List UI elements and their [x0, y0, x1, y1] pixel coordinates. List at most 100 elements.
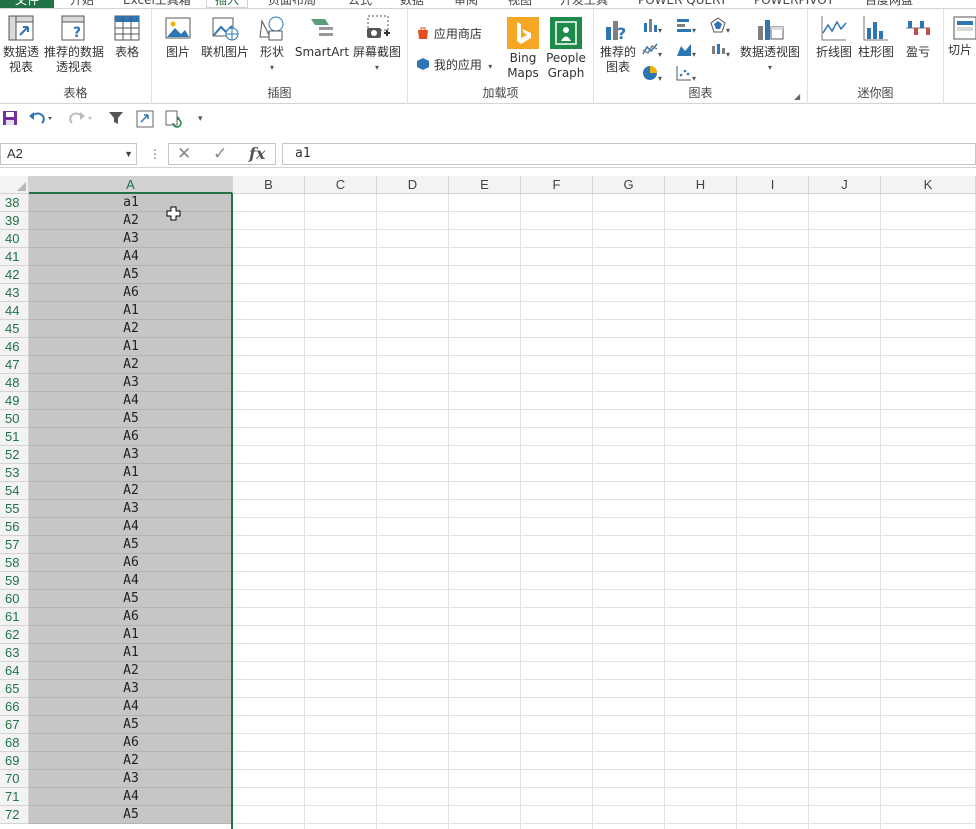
row-header[interactable]: 48: [0, 374, 29, 392]
people-graph-button[interactable]: People Graph: [544, 17, 588, 81]
row-header[interactable]: 47: [0, 356, 29, 374]
cell-a[interactable]: A1: [29, 302, 233, 320]
row-header[interactable]: 51: [0, 428, 29, 446]
bar-chart-button[interactable]: ▾: [676, 17, 696, 39]
pivot-refresh-button[interactable]: [136, 110, 154, 128]
table-button[interactable]: 表格: [108, 13, 146, 60]
row-header[interactable]: 43: [0, 284, 29, 302]
tab-data[interactable]: 数据: [400, 0, 424, 8]
row-header[interactable]: 40: [0, 230, 29, 248]
column-header-e[interactable]: E: [449, 176, 521, 194]
sparkline-line-button[interactable]: 折线图: [814, 13, 854, 60]
column-header-f[interactable]: F: [521, 176, 593, 194]
row-header[interactable]: 58: [0, 554, 29, 572]
pivot-chart-button[interactable]: 数据透视图 ▾: [738, 13, 802, 75]
sparkline-column-button[interactable]: 柱形图: [856, 13, 896, 60]
cell-a[interactable]: A1: [29, 464, 233, 482]
cell-a[interactable]: A1: [29, 338, 233, 356]
row-header[interactable]: 45: [0, 320, 29, 338]
row-header[interactable]: 53: [0, 464, 29, 482]
cell-a[interactable]: A4: [29, 248, 233, 266]
smartart-button[interactable]: SmartArt: [294, 13, 350, 60]
tab-formulas[interactable]: 公式: [348, 0, 372, 8]
row-header[interactable]: 61: [0, 608, 29, 626]
row-header[interactable]: 66: [0, 698, 29, 716]
column-header-j[interactable]: J: [809, 176, 881, 194]
cell-a[interactable]: A6: [29, 428, 233, 446]
row-header[interactable]: 52: [0, 446, 29, 464]
tab-power-query[interactable]: POWER QUERY: [638, 0, 727, 8]
row-header[interactable]: 59: [0, 572, 29, 590]
cell-a[interactable]: A5: [29, 410, 233, 428]
cell-a[interactable]: A2: [29, 482, 233, 500]
tab-home[interactable]: 开始: [70, 0, 94, 8]
cell-a[interactable]: A6: [29, 284, 233, 302]
column-header-i[interactable]: I: [737, 176, 809, 194]
cell-a[interactable]: A3: [29, 770, 233, 788]
tab-view[interactable]: 视图: [508, 0, 532, 8]
column-header-k[interactable]: K: [881, 176, 976, 194]
cell-a[interactable]: a1: [29, 194, 233, 212]
select-all-button[interactable]: [0, 176, 29, 194]
cell-a[interactable]: A1: [29, 626, 233, 644]
row-header[interactable]: 62: [0, 626, 29, 644]
row-header[interactable]: 65: [0, 680, 29, 698]
row-header[interactable]: 57: [0, 536, 29, 554]
line-chart-button[interactable]: ▾: [642, 41, 662, 63]
tab-file[interactable]: 文件: [0, 0, 54, 8]
pivot-table-button[interactable]: 数据透视表: [0, 13, 42, 75]
column-header-a[interactable]: A: [29, 176, 233, 194]
column-chart-button[interactable]: ▾: [642, 17, 662, 39]
sparkline-winloss-button[interactable]: 盈亏: [900, 13, 936, 60]
customize-qat-icon[interactable]: ▾: [198, 110, 203, 128]
row-header[interactable]: 55: [0, 500, 29, 518]
confirm-entry-icon[interactable]: ✓: [213, 144, 227, 164]
cell-a[interactable]: A3: [29, 446, 233, 464]
cell-a[interactable]: A5: [29, 536, 233, 554]
name-box-dropdown-icon[interactable]: ▼: [124, 144, 133, 164]
cell-a[interactable]: A5: [29, 266, 233, 284]
recommended-pivot-button[interactable]: ? 推荐的数据透视表: [42, 13, 106, 75]
cell-a[interactable]: A3: [29, 374, 233, 392]
area-chart-button[interactable]: ▾: [676, 41, 696, 63]
row-header[interactable]: 39: [0, 212, 29, 230]
cell-a[interactable]: A2: [29, 212, 233, 230]
row-header[interactable]: 42: [0, 266, 29, 284]
column-header-b[interactable]: B: [233, 176, 305, 194]
cell-a[interactable]: A2: [29, 356, 233, 374]
cell-a[interactable]: A3: [29, 680, 233, 698]
name-box[interactable]: A2 ▼: [0, 143, 137, 165]
recommended-charts-button[interactable]: ? 推荐的图表: [598, 13, 638, 75]
tab-developer[interactable]: 开发工具: [560, 0, 608, 8]
row-header[interactable]: 41: [0, 248, 29, 266]
cell-a[interactable]: A2: [29, 752, 233, 770]
picture-button[interactable]: 图片: [160, 13, 196, 60]
slicer-button[interactable]: 切片: [948, 13, 976, 58]
column-header-g[interactable]: G: [593, 176, 665, 194]
refresh-all-button[interactable]: [164, 110, 184, 128]
cell-a[interactable]: A3: [29, 230, 233, 248]
cell-a[interactable]: A4: [29, 572, 233, 590]
tab-page-layout[interactable]: 页面布局: [268, 0, 316, 8]
formula-input[interactable]: a1: [282, 143, 976, 165]
column-header-d[interactable]: D: [377, 176, 449, 194]
bing-maps-button[interactable]: Bing Maps: [505, 17, 541, 81]
online-picture-button[interactable]: 联机图片: [198, 13, 252, 60]
filter-button[interactable]: [108, 110, 124, 128]
row-header[interactable]: 70: [0, 770, 29, 788]
tab-baidu-netdisk[interactable]: 百度网盘: [865, 0, 913, 8]
redo-button[interactable]: [68, 110, 94, 128]
undo-button[interactable]: [28, 110, 54, 128]
formula-bar-splitter-icon[interactable]: ⋮: [149, 147, 161, 161]
radar-chart-button[interactable]: ▾: [710, 17, 730, 39]
cell-a[interactable]: A4: [29, 698, 233, 716]
cell-a[interactable]: A4: [29, 392, 233, 410]
row-header[interactable]: 49: [0, 392, 29, 410]
my-apps-button[interactable]: 我的应用 ▾: [416, 57, 492, 75]
cell-a[interactable]: A5: [29, 716, 233, 734]
row-header[interactable]: 60: [0, 590, 29, 608]
cell-a[interactable]: A4: [29, 518, 233, 536]
row-header[interactable]: 64: [0, 662, 29, 680]
column-header-h[interactable]: H: [665, 176, 737, 194]
row-header[interactable]: 50: [0, 410, 29, 428]
